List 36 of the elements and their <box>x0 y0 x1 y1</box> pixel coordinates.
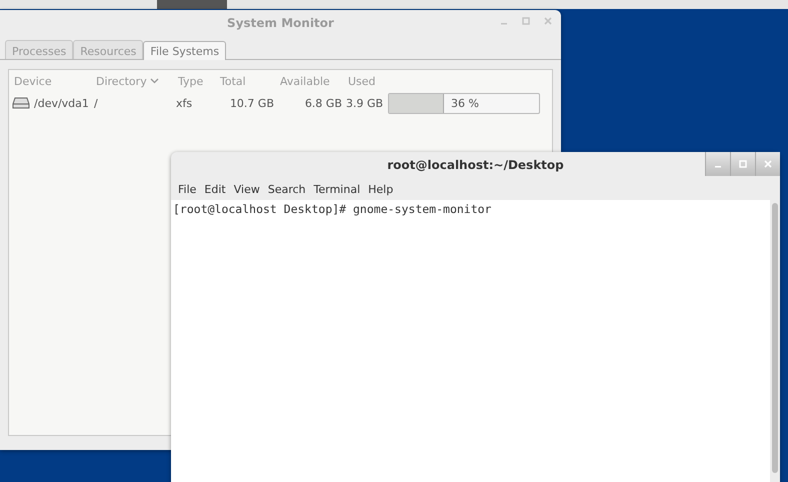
window-title: root@localhost:~/Desktop <box>387 158 564 172</box>
menu-item[interactable]: Edit <box>200 182 230 196</box>
table-cell-text: 6.8 GB <box>304 96 343 110</box>
close-button[interactable] <box>755 152 780 176</box>
maximize-icon <box>739 160 747 168</box>
close-icon <box>764 160 772 168</box>
scrollbar-thumb[interactable] <box>772 203 778 473</box>
table-cell: /dev/vda1 <box>34 96 89 110</box>
column-header[interactable]: Available <box>280 74 348 88</box>
column-header[interactable]: Total <box>220 74 280 88</box>
table-cell-text: 3.9 GB <box>346 96 384 110</box>
column-header[interactable]: Device <box>14 74 96 88</box>
chevron-icon <box>150 78 159 84</box>
window-title: System Monitor <box>227 16 334 30</box>
hard-drive-icon <box>12 97 30 109</box>
column-header[interactable]: Directory <box>96 74 178 88</box>
tab[interactable]: Resources <box>73 40 144 59</box>
menu-item[interactable]: Terminal <box>310 182 364 196</box>
table-cell-text: 10.7 GB <box>228 96 275 110</box>
menu-item[interactable]: Search <box>264 182 310 196</box>
taskbar-item[interactable] <box>157 0 227 9</box>
column-header[interactable]: Type <box>178 74 220 88</box>
maximize-button[interactable] <box>730 152 755 176</box>
usage-percent: 36 % <box>451 96 479 110</box>
terminal-line: [root@localhost Desktop]# gnome-system-monitor <box>173 202 492 216</box>
menu-item[interactable]: Help <box>364 182 398 196</box>
tab[interactable]: File Systems <box>143 41 226 60</box>
maximize-icon <box>522 17 530 25</box>
tab[interactable]: Processes <box>5 40 74 59</box>
close-icon <box>544 17 552 25</box>
minimize-button[interactable] <box>705 152 730 176</box>
column-header[interactable]: Used <box>348 74 390 88</box>
table-cell-text: xfs <box>176 96 194 110</box>
table-cell-text: / <box>94 96 99 110</box>
menu-item[interactable]: View <box>230 182 264 196</box>
menu-item[interactable]: File <box>174 182 200 196</box>
